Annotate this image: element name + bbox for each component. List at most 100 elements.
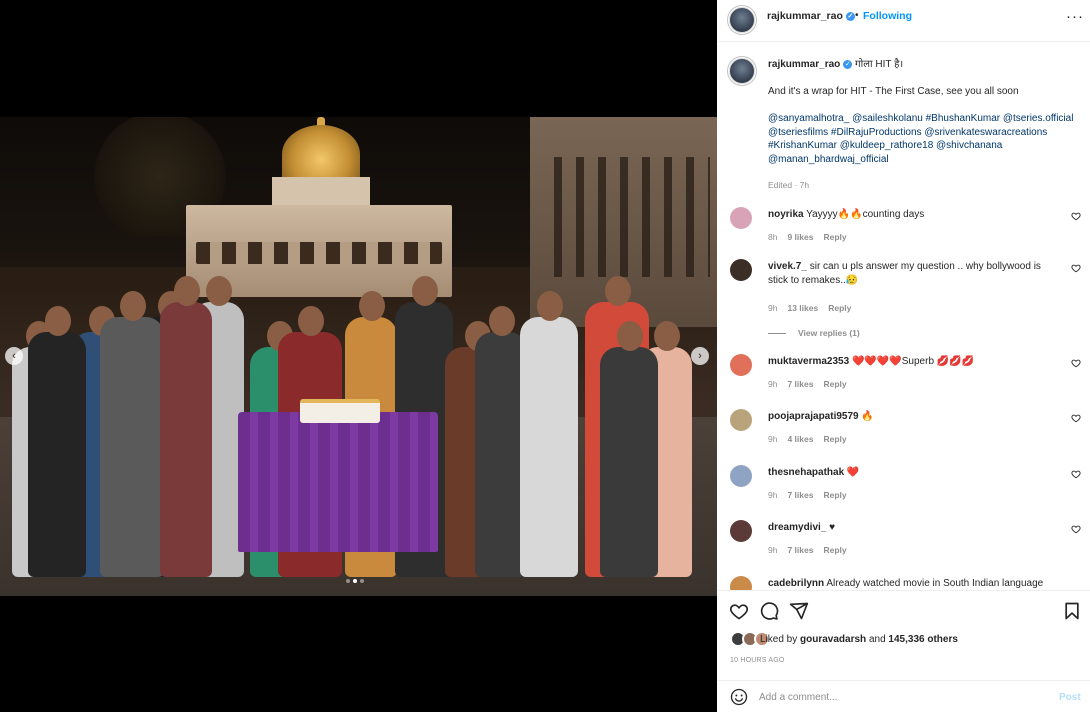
view-replies-button[interactable]: View replies (1) (768, 328, 860, 338)
comment-meta: 9h 13 likes Reply (768, 303, 861, 313)
share-icon[interactable] (789, 601, 809, 621)
caption-username[interactable]: rajkummar_rao (768, 59, 840, 70)
comment-username[interactable]: noyrika (768, 209, 804, 220)
comment-username[interactable]: cadebrilynn (768, 578, 824, 589)
comment-username[interactable]: thesnehapathak (768, 467, 844, 478)
comment-username[interactable]: poojaprajapati9579 (768, 411, 859, 422)
comment-text: poojaprajapati9579 🔥 (768, 410, 1053, 424)
liked-by-and: and (868, 634, 886, 645)
caption-line-2: And it's a wrap for HIT - The First Case… (768, 86, 1019, 97)
crowd-person-head (120, 291, 146, 321)
heart-icon[interactable] (729, 601, 749, 621)
crowd-person-head (45, 306, 71, 336)
comment-avatar[interactable] (730, 465, 752, 487)
comment-like-heart-icon[interactable] (1071, 358, 1081, 368)
add-comment-bar: Post (717, 680, 1090, 712)
liked-by-user-link[interactable]: gouravadarsh (800, 634, 866, 645)
caption-author-avatar[interactable] (729, 58, 755, 84)
comment-avatar[interactable] (730, 259, 752, 281)
photo-dome (282, 125, 360, 183)
crowd-person-head (617, 321, 643, 351)
comment-likes-count[interactable]: 4 likes (787, 434, 813, 444)
reply-button[interactable]: Reply (823, 490, 846, 500)
reply-button[interactable]: Reply (828, 303, 851, 313)
comment-age[interactable]: 9h (768, 303, 777, 313)
comment-like-heart-icon[interactable] (1071, 524, 1081, 534)
crowd-person-head (206, 276, 232, 306)
crowd-person-head (174, 276, 200, 306)
comment-avatar[interactable] (730, 207, 752, 229)
comment-body: Yayyyy🔥🔥counting days (806, 209, 925, 220)
caption-tags[interactable]: @sanyamalhotra_ @saileshkolanu #BhushanK… (768, 112, 1083, 166)
comment-like-heart-icon[interactable] (1071, 469, 1081, 479)
post-photo[interactable] (0, 117, 717, 596)
comment-likes-count[interactable]: 7 likes (787, 545, 813, 555)
post-timestamp[interactable]: 10 HOURS AGO (730, 657, 785, 664)
comment-username[interactable]: muktaverma2353 (768, 356, 849, 367)
comment-meta: 9h 7 likes Reply (768, 379, 857, 389)
comment-avatar[interactable] (730, 520, 752, 542)
reply-button[interactable]: Reply (823, 232, 846, 242)
comment-username[interactable]: vivek.7_ (768, 261, 807, 272)
comment-likes-count[interactable]: 7 likes (787, 490, 813, 500)
author-username-text[interactable]: rajkummar_rao (767, 10, 843, 22)
comment-likes-count[interactable]: 7 likes (787, 379, 813, 389)
carousel-dot-active (353, 579, 357, 583)
comment-age[interactable]: 9h (768, 490, 777, 500)
comment-age[interactable]: 9h (768, 434, 777, 444)
photo-dome-base (272, 177, 370, 207)
header-separator: • (855, 10, 859, 21)
next-slide-button[interactable]: › (691, 347, 709, 365)
comment-text: cadebrilynn Already watched movie in Sou… (768, 577, 1053, 590)
emoji-icon[interactable] (730, 688, 748, 706)
comment-text: dreamydivi_ ♥ (768, 521, 1053, 535)
crowd-person-head (537, 291, 563, 321)
comment-likes-count[interactable]: 9 likes (787, 232, 813, 242)
comment-age[interactable]: 8h (768, 232, 777, 242)
post-actions: Liked by gouravadarsh and 145,336 others… (717, 590, 1090, 676)
comment-meta: 9h 7 likes Reply (768, 545, 857, 555)
comment-text: noyrika Yayyyy🔥🔥counting days (768, 208, 1053, 222)
carousel-dot (346, 579, 350, 583)
author-avatar[interactable] (729, 7, 755, 33)
crowd-person (160, 302, 212, 577)
previous-slide-button[interactable]: ‹ (5, 347, 23, 365)
photo-cake-table (238, 412, 438, 552)
comment-icon[interactable] (759, 601, 779, 621)
liked-by-prefix: Liked by (760, 634, 798, 645)
comment-input[interactable] (759, 687, 1049, 707)
comment-avatar[interactable] (730, 409, 752, 431)
comment-age[interactable]: 9h (768, 379, 777, 389)
author-username[interactable]: rajkummar_rao ✓ (767, 10, 855, 22)
reply-button[interactable]: Reply (823, 379, 846, 389)
more-icon[interactable]: ··· (1066, 8, 1084, 25)
media-area: ‹ › (0, 0, 717, 712)
comment-like-heart-icon[interactable] (1071, 263, 1081, 273)
comment-like-heart-icon[interactable] (1071, 413, 1081, 423)
comment-avatar[interactable] (730, 576, 752, 590)
view-replies-label[interactable]: View replies (1) (798, 328, 860, 338)
crowd-person-head (412, 276, 438, 306)
carousel-indicator (346, 579, 364, 583)
comment-body: ❤️❤️❤️❤️Superb 💋💋💋 (851, 356, 975, 367)
post-comment-button[interactable]: Post (1059, 692, 1081, 703)
reply-button[interactable]: Reply (823, 545, 846, 555)
carousel-dot (360, 579, 364, 583)
comment-avatar[interactable] (730, 354, 752, 376)
verified-badge-icon: ✓ (845, 11, 855, 21)
following-button[interactable]: Following (863, 10, 912, 22)
comments-scroll-area[interactable]: rajkummar_rao ✓ गोला HIT है। And it's a w… (717, 42, 1090, 590)
comment-body: Already watched movie in South Indian la… (826, 578, 1044, 589)
likes-text: Liked by gouravadarsh and 145,336 others (760, 634, 958, 645)
comment-likes-count[interactable]: 13 likes (787, 303, 818, 313)
post-caption: rajkummar_rao ✓ गोला HIT है। And it's a w… (768, 58, 1083, 166)
comment-age[interactable]: 9h (768, 545, 777, 555)
comment-like-heart-icon[interactable] (1071, 211, 1081, 221)
comment-meta: 8h 9 likes Reply (768, 232, 857, 242)
liked-by-others-link[interactable]: 145,336 others (888, 634, 958, 645)
post-viewer: ‹ › rajkummar_rao ✓ • Following ··· rajku… (0, 0, 1090, 712)
comment-username[interactable]: dreamydivi_ (768, 522, 826, 533)
comment-body: ❤️ (846, 467, 860, 478)
bookmark-icon[interactable] (1062, 601, 1082, 621)
reply-button[interactable]: Reply (823, 434, 846, 444)
